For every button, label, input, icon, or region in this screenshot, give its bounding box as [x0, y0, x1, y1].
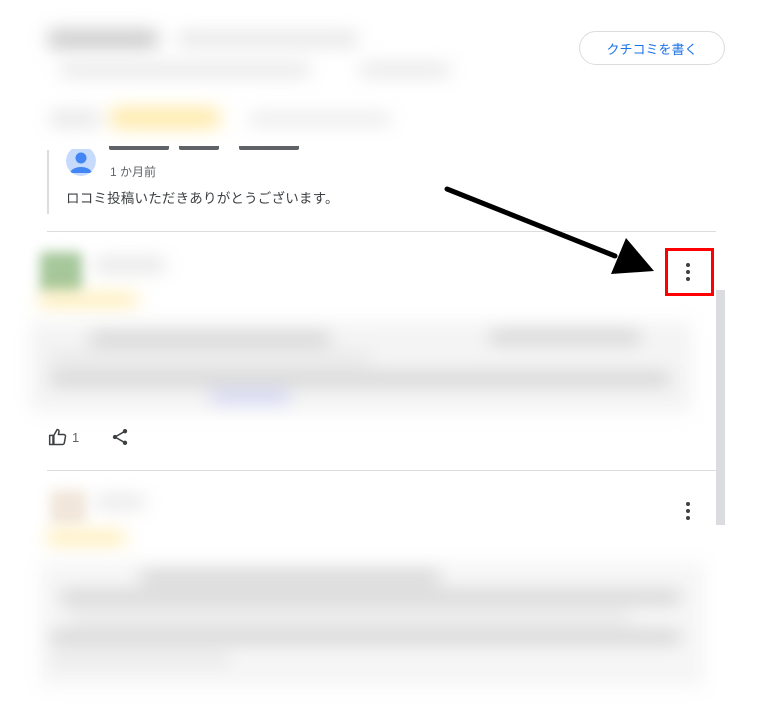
arrow-annotation — [444, 186, 654, 274]
